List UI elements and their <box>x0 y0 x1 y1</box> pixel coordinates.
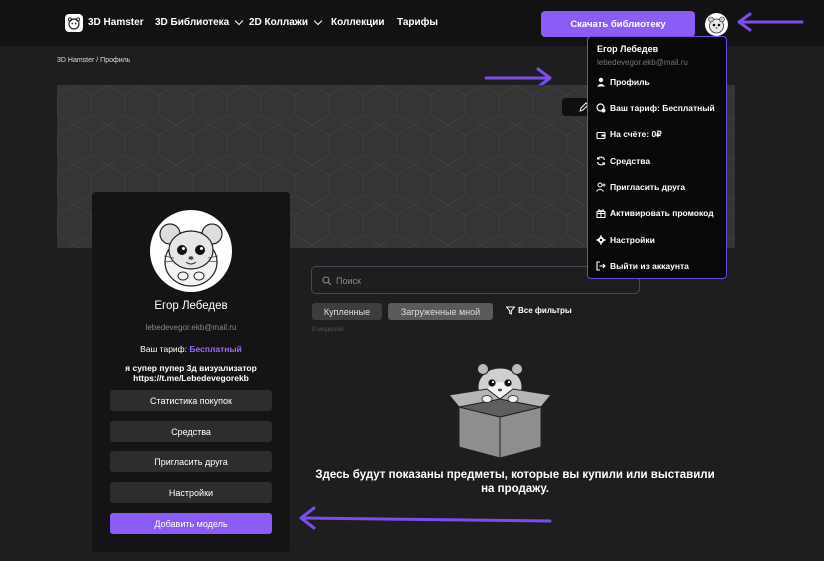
bio-line: я супер пупер 3д визуализатор <box>125 363 257 373</box>
nav-2d-collages[interactable]: 2D Коллажи <box>249 16 323 28</box>
tab-uploaded[interactable]: Загруженные мной <box>388 303 493 320</box>
bio-link[interactable]: https://t.me/Lebedevegorekb <box>92 373 290 383</box>
invite-icon <box>596 182 606 192</box>
all-filters-label: Все фильтры <box>518 306 572 315</box>
empty-state-line: на продажу. <box>481 483 549 495</box>
nav-3d-library-label: 3D Библиотека <box>155 17 230 28</box>
menu-item-label: Выйти из аккаунта <box>610 261 689 271</box>
dropdown-user-email: lebedevegor.ekb@mail.ru <box>597 58 688 67</box>
menu-item-label: Активировать промокод <box>610 208 714 218</box>
user-icon <box>597 77 605 87</box>
profile-card: Егор Лебедев lebedevegor.ekb@mail.ru Ваш… <box>92 192 290 552</box>
empty-state-message: Здесь будут показаны предметы, которые в… <box>300 468 730 496</box>
menu-item-balance[interactable]: На счёте: 0₽ <box>596 129 662 140</box>
menu-item-funds[interactable]: Средства <box>596 156 650 166</box>
profile-tariff: Ваш тариф: Бесплатный <box>92 344 290 354</box>
all-filters-button[interactable]: Все фильтры <box>506 306 572 315</box>
logout-icon <box>596 261 606 271</box>
chevron-down-icon <box>234 16 244 25</box>
nav-collections-label: Коллекции <box>331 17 385 28</box>
profile-bio: я супер пупер 3д визуализатор https://t.… <box>92 363 290 383</box>
nav-3d-library[interactable]: 3D Библиотека <box>155 16 244 28</box>
hamster-logo-icon[interactable] <box>65 14 83 32</box>
download-library-button[interactable]: Скачать библиотеку <box>541 11 695 37</box>
refresh-icon <box>596 156 606 166</box>
menu-item-label: Профиль <box>610 77 650 87</box>
menu-item-label: Пригласить друга <box>610 182 686 192</box>
menu-item-label: На счёте: 0₽ <box>610 129 662 139</box>
nav-pricing-label: Тарифы <box>397 17 438 28</box>
profile-name: Егор Лебедев <box>154 300 228 312</box>
annotation-arrow-avatar <box>737 12 804 32</box>
gear-icon <box>596 235 606 245</box>
nav-collections[interactable]: Коллекции <box>331 17 385 28</box>
brand-name[interactable]: 3D Hamster <box>88 17 144 28</box>
breadcrumb[interactable]: 3D Hamster / Профиль <box>57 57 130 64</box>
chevron-down-icon <box>313 16 323 25</box>
menu-item-logout[interactable]: Выйти из аккаунта <box>596 261 689 271</box>
menu-item-tariff[interactable]: Ваш тариф: Бесплатный <box>596 103 715 113</box>
empty-state-line: Здесь будут показаны предметы, которые в… <box>315 469 715 481</box>
menu-item-invite[interactable]: Пригласить друга <box>596 182 685 192</box>
profile-email: lebedevegor.ekb@mail.ru <box>145 323 237 332</box>
funds-button[interactable]: Средства <box>110 421 272 442</box>
nav-pricing[interactable]: Тарифы <box>397 17 438 28</box>
search-placeholder: Поиск <box>336 276 361 286</box>
menu-item-label: Настройки <box>610 235 655 245</box>
purchase-stats-button[interactable]: Статистика покупок <box>110 390 272 411</box>
dropdown-user-name: Егор Лебедев <box>597 44 659 54</box>
wallet-icon <box>596 131 606 139</box>
hamster-in-box-illustration <box>448 363 552 459</box>
settings-button[interactable]: Настройки <box>110 482 272 503</box>
tariff-value-link[interactable]: Бесплатный <box>189 344 242 354</box>
menu-item-settings[interactable]: Настройки <box>596 235 655 245</box>
user-avatar-button[interactable] <box>705 13 728 36</box>
search-icon <box>322 276 332 286</box>
menu-item-profile[interactable]: Профиль <box>596 77 650 87</box>
invite-friend-button[interactable]: Пригласить друга <box>110 451 272 472</box>
menu-item-label: Средства <box>610 156 651 166</box>
add-model-button[interactable]: Добавить модель <box>110 513 272 534</box>
nav-2d-collages-label: 2D Коллажи <box>249 17 309 28</box>
filter-icon <box>506 306 515 315</box>
gift-icon <box>596 209 606 218</box>
profile-avatar[interactable] <box>150 210 232 292</box>
profile-dropdown-menu: Егор Лебедев lebedevegor.ekb@mail.ru Про… <box>587 36 727 279</box>
menu-item-promo[interactable]: Активировать промокод <box>596 208 714 218</box>
tariff-label: Ваш тариф: <box>140 344 188 354</box>
tab-purchased[interactable]: Купленные <box>312 303 382 320</box>
tariff-icon <box>596 103 606 113</box>
models-count: 0 моделей <box>312 326 344 333</box>
menu-item-label: Ваш тариф: Бесплатный <box>610 103 715 113</box>
annotation-arrow-add-model <box>299 506 552 530</box>
